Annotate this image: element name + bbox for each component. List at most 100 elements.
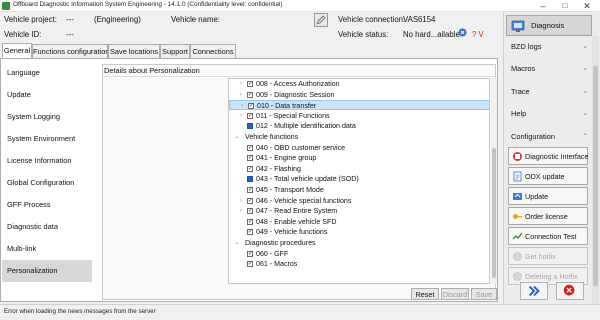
maximize-icon[interactable]: □ <box>554 0 576 12</box>
odx-update-button[interactable]: ODX update <box>508 167 588 185</box>
partial-checkbox[interactable] <box>247 176 253 183</box>
nav-item-update[interactable]: Update <box>2 84 92 106</box>
chevron-right-icon[interactable]: › <box>237 79 245 89</box>
tree-scrollbar-thumb[interactable] <box>492 148 496 278</box>
exit-button[interactable] <box>556 282 584 300</box>
engineering-value: (Engineering) <box>94 15 141 24</box>
tab-general[interactable]: General <box>2 43 32 58</box>
partial-checkbox[interactable] <box>247 123 253 130</box>
connection-test-button[interactable]: Connection Test <box>508 227 588 245</box>
checkbox[interactable]: ✓ <box>247 208 253 215</box>
chevron-down-icon: ⌄ <box>582 88 588 95</box>
tab-support[interactable]: Support <box>160 44 190 58</box>
details-divider <box>103 76 495 77</box>
sidebar-section-macros[interactable]: Macros ⌄ <box>506 62 592 76</box>
tab-connections[interactable]: Connections <box>190 44 236 58</box>
checkbox[interactable]: ✓ <box>247 144 253 151</box>
checkbox[interactable]: ✓ <box>247 218 253 225</box>
tree-row-label: 043 - Total vehicle update (SOD) <box>256 175 359 184</box>
sidebar-section-bzd-logs[interactable]: BZD logs ⌄ <box>506 40 592 54</box>
button-label: Order license <box>525 212 568 221</box>
tree-row[interactable]: › ✓ 008 - Access Authorization <box>229 79 489 89</box>
tree-row[interactable]: ⌄ Diagnostic procedures <box>229 238 489 248</box>
nav-item-diagnostic-data[interactable]: Diagnostic data <box>2 216 92 238</box>
tab-functions-configuration[interactable]: Functions configuration <box>32 44 109 58</box>
chevron-right-icon[interactable]: › <box>237 111 245 121</box>
order-license-button[interactable]: Order license <box>508 207 588 225</box>
tree-row[interactable]: ✓ 049 - Vehicle functions <box>229 227 489 237</box>
vehicle-name-label: Vehicle name: <box>171 15 220 24</box>
exit-icon <box>563 284 575 296</box>
checkbox[interactable]: ✓ <box>247 165 253 172</box>
edit-vehicle-icon[interactable] <box>314 13 328 27</box>
chevron-down-icon: ⌄ <box>582 65 588 72</box>
get-hotfix-button[interactable]: Get hotfix <box>508 247 588 265</box>
tree-row[interactable]: ✓ 045 - Transport Mode <box>229 185 489 195</box>
diagnostic-interface-button[interactable]: Diagnostic Interface <box>508 147 589 165</box>
tree-row[interactable]: 012 - Multiple identification data <box>229 121 489 131</box>
close-icon[interactable]: ✕ <box>576 0 598 12</box>
minimize-icon[interactable]: – <box>532 0 554 12</box>
checkbox[interactable]: ✓ <box>247 250 253 257</box>
document-icon <box>512 171 523 182</box>
sidebar-section-configuration[interactable]: Configuration ⌃ <box>506 130 592 144</box>
nav-item-license-information[interactable]: License Information <box>2 150 92 172</box>
tree-row[interactable]: ✓ 048 - Enable vehicle SFD <box>229 217 489 227</box>
checkbox[interactable]: ✓ <box>247 261 253 268</box>
tree-row[interactable]: 043 - Total vehicle update (SOD) <box>229 174 489 184</box>
checkbox[interactable]: ✓ <box>247 81 253 87</box>
nav-item-gff-process[interactable]: GFF Process <box>2 194 92 216</box>
checkbox[interactable]: ✓ <box>247 155 253 162</box>
tab-save-locations[interactable]: Save locations <box>108 44 160 58</box>
personalization-tree[interactable]: › ✓ 008 - Access Authorization › ✓ 009 - Diag… <box>228 78 490 284</box>
tree-row[interactable]: ⌄ Vehicle functions <box>229 132 489 142</box>
sidebar-section-help[interactable]: Help ⌄ <box>506 107 592 121</box>
chevron-down-icon[interactable]: ⌄ <box>233 132 241 142</box>
nav-item-system-logging[interactable]: System Logging <box>2 106 92 128</box>
nav-item-language[interactable]: Language <box>2 62 92 84</box>
help-version-link[interactable]: ? V <box>472 30 484 39</box>
nav-item-global-configuration[interactable]: Global Configuration <box>2 172 92 194</box>
tree-row[interactable]: ✓ 042 - Flashing <box>229 164 489 174</box>
tree-row-label: Diagnostic procedures <box>245 239 316 247</box>
discard-button[interactable]: Discard <box>441 288 469 300</box>
chevron-down-icon[interactable]: ⌄ <box>233 238 241 248</box>
tree-row[interactable]: › ✓ 046 - Vehicle special functions <box>229 196 489 206</box>
chevron-down-icon: ⌄ <box>582 43 588 50</box>
tree-row[interactable]: › ✓ 047 - Read Entire System <box>229 206 489 216</box>
nav-item-personalization[interactable]: Personalization <box>2 260 92 282</box>
checkbox[interactable]: ✓ <box>247 91 253 98</box>
checkbox[interactable]: ✓ <box>248 103 254 110</box>
double-chevron-right-icon <box>528 285 540 297</box>
tree-row[interactable]: › ✓ 009 - Diagnostic Session <box>229 90 489 100</box>
tree-row[interactable]: ✓ 041 - Engine group <box>229 153 489 163</box>
checkbox[interactable]: ✓ <box>247 229 253 236</box>
chevron-right-icon[interactable]: › <box>237 196 245 206</box>
chevron-right-icon[interactable]: › <box>238 101 246 111</box>
update-button[interactable]: Update <box>508 187 588 205</box>
checkbox[interactable]: ✓ <box>247 197 253 204</box>
chevron-right-icon[interactable]: › <box>237 206 245 216</box>
checkbox[interactable]: ✓ <box>247 112 253 119</box>
nav-item-multi-link[interactable]: Multi-link <box>2 238 92 260</box>
tree-row[interactable]: ✓ 040 - OBD customer service <box>229 143 489 153</box>
tree-row[interactable]: › ✓ 011 - Special Functions <box>229 111 489 121</box>
tree-row-label: Vehicle functions <box>245 133 299 141</box>
sidebar-scrollbar-thumb[interactable] <box>593 66 598 286</box>
connection-test-icon <box>512 231 523 242</box>
hotfix-delete-icon <box>512 271 523 282</box>
checkbox[interactable]: ✓ <box>247 187 253 193</box>
section-label: BZD logs <box>511 42 542 51</box>
nav-item-system-environment[interactable]: System Environment <box>2 128 92 150</box>
save-button[interactable]: Save <box>471 288 497 300</box>
chevron-right-icon[interactable]: › <box>237 90 245 100</box>
tree-row[interactable]: ✓ 061 - Macros <box>229 259 489 269</box>
forward-button[interactable] <box>520 282 548 300</box>
tree-row[interactable]: ✓ 060 - GFF <box>229 249 489 259</box>
vehicle-status-label: Vehicle status: <box>338 30 389 39</box>
button-label: Diagnostic Interface <box>525 152 589 161</box>
diagnosis-button[interactable]: Diagnosis <box>506 15 592 36</box>
sidebar-section-trace[interactable]: Trace ⌄ <box>506 85 592 99</box>
tree-row[interactable]: › ✓ 010 - Data transfer <box>229 100 489 111</box>
reset-button[interactable]: Reset <box>411 288 439 300</box>
